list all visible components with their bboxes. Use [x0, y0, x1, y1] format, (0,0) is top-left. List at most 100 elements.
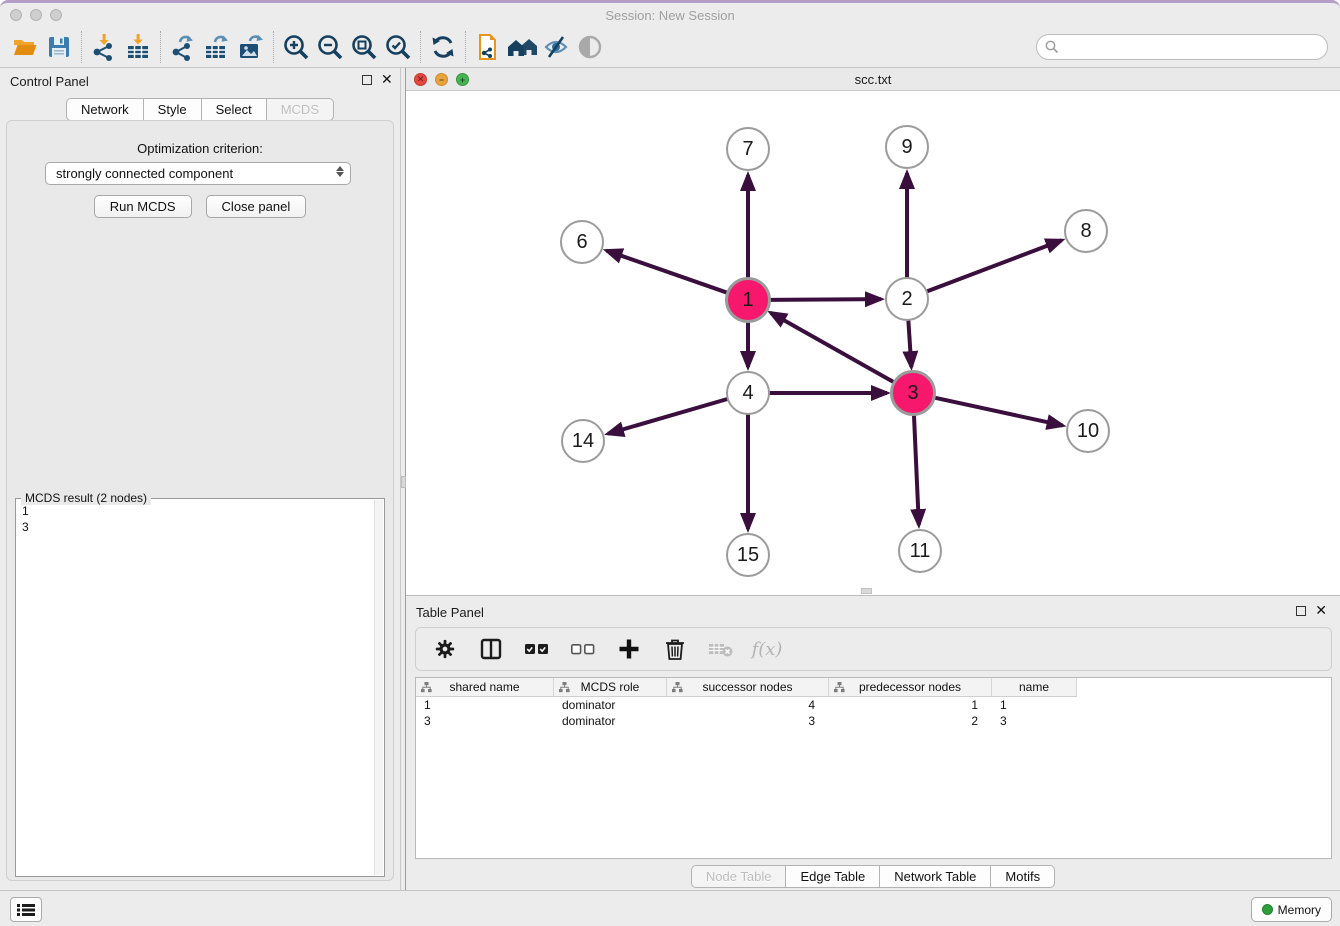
graph-edge-4-14[interactable]	[608, 399, 728, 434]
first-neighbors-icon[interactable]	[505, 30, 539, 64]
tab-mcds[interactable]: MCDS	[267, 98, 334, 121]
search-field[interactable]	[1036, 34, 1328, 60]
save-session-icon[interactable]	[42, 30, 76, 64]
table-cell[interactable]: 3	[667, 713, 829, 729]
graph-edge-2-8[interactable]	[927, 240, 1062, 291]
graph-node-3[interactable]: 3	[890, 370, 936, 416]
session-title: Session: New Session	[0, 8, 1340, 23]
graph-node-1[interactable]: 1	[725, 277, 771, 323]
toolbar-separator	[273, 31, 274, 63]
tab-select[interactable]: Select	[202, 98, 267, 121]
close-panel-button[interactable]: Close panel	[206, 195, 307, 218]
graph-node-8[interactable]: 8	[1064, 209, 1108, 253]
delete-columns-icon[interactable]	[662, 636, 688, 662]
table-cell[interactable]: dominator	[554, 697, 667, 713]
tab-motifs[interactable]: Motifs	[991, 865, 1055, 888]
graph-edge-2-3[interactable]	[908, 320, 911, 367]
mcds-result-list[interactable]: 1 3	[17, 500, 373, 875]
graph-node-6[interactable]: 6	[560, 220, 604, 264]
table-cell[interactable]: 3	[416, 713, 554, 729]
tab-network[interactable]: Network	[66, 98, 144, 121]
open-session-icon[interactable]	[8, 30, 42, 64]
export-image-icon[interactable]	[234, 30, 268, 64]
export-network-icon[interactable]	[166, 30, 200, 64]
graph-edge-1-6[interactable]	[607, 251, 729, 293]
float-panel-icon[interactable]	[362, 75, 372, 85]
column-header-shared-name[interactable]: shared name	[416, 678, 554, 697]
zoom-in-icon[interactable]	[279, 30, 313, 64]
table-cell[interactable]: dominator	[554, 713, 667, 729]
show-columns-icon[interactable]	[478, 636, 504, 662]
graph-node-10[interactable]: 10	[1066, 409, 1110, 453]
new-column-icon[interactable]	[616, 636, 642, 662]
import-table-icon[interactable]	[121, 30, 155, 64]
select-all-icon[interactable]	[524, 636, 550, 662]
table-cell[interactable]: 1	[829, 697, 992, 713]
column-header-mcds-role[interactable]: MCDS role	[554, 678, 667, 697]
control-panel-header: Control Panel ✕	[0, 68, 400, 94]
result-scrollbar[interactable]	[374, 500, 383, 875]
graph-node-9[interactable]: 9	[885, 125, 929, 169]
search-icon	[1045, 40, 1059, 54]
table-cell[interactable]: 1	[416, 697, 554, 713]
control-panel-tabs: Network Style Select MCDS	[0, 98, 400, 121]
graph-edge-3-1[interactable]	[771, 313, 895, 383]
table-close-icon[interactable]: ✕	[1315, 603, 1327, 617]
tab-style[interactable]: Style	[144, 98, 202, 121]
title-bar: Session: New Session	[0, 3, 1340, 27]
dropdown-stepper-icon	[336, 166, 344, 177]
graph-node-14[interactable]: 14	[561, 419, 605, 463]
zoom-fit-icon[interactable]	[347, 30, 381, 64]
table-cell[interactable]: 2	[829, 713, 992, 729]
close-panel-icon[interactable]: ✕	[381, 72, 393, 86]
status-bar: Memory	[0, 890, 1340, 926]
toolbar-separator	[420, 31, 421, 63]
optimization-criterion-label: Optimization criterion:	[7, 141, 393, 156]
zoom-out-icon[interactable]	[313, 30, 347, 64]
column-header-name[interactable]: name	[992, 678, 1077, 697]
deselect-all-icon[interactable]	[570, 636, 596, 662]
table-cell[interactable]: 1	[992, 697, 1077, 713]
graph-node-11[interactable]: 11	[898, 529, 942, 573]
graph-node-7[interactable]: 7	[726, 127, 770, 171]
new-network-from-selection-icon[interactable]	[471, 30, 505, 64]
memory-button[interactable]: Memory	[1251, 897, 1332, 922]
function-builder-icon: f(x)	[754, 636, 780, 662]
tab-network-table[interactable]: Network Table	[880, 865, 991, 888]
mcds-result-box: MCDS result (2 nodes) 1 3	[15, 498, 385, 877]
table-row[interactable]: 1dominator411	[416, 697, 1331, 713]
settings-gear-icon[interactable]	[432, 636, 458, 662]
table-cell[interactable]: 3	[992, 713, 1077, 729]
toolbar-separator	[81, 31, 82, 63]
graph-node-4[interactable]: 4	[726, 371, 770, 415]
refresh-view-icon[interactable]	[426, 30, 460, 64]
import-network-icon[interactable]	[87, 30, 121, 64]
table-cell[interactable]: 4	[667, 697, 829, 713]
table-panel-title: Table Panel	[416, 605, 484, 620]
run-mcds-button[interactable]: Run MCDS	[94, 195, 192, 218]
network-canvas[interactable]: 7 9 6 8 1 2 4 3 14 10 15 11	[406, 91, 1340, 595]
column-header-successor-nodes[interactable]: successor nodes	[667, 678, 829, 697]
tab-edge-table[interactable]: Edge Table	[786, 865, 880, 888]
table-float-icon[interactable]	[1296, 606, 1306, 616]
column-header-predecessor-nodes[interactable]: predecessor nodes	[829, 678, 992, 697]
canvas-resize-grip[interactable]	[861, 588, 872, 594]
graph-edge-3-11[interactable]	[914, 414, 919, 525]
search-input[interactable]	[1063, 37, 1327, 57]
graph-node-2[interactable]: 2	[885, 277, 929, 321]
export-table-icon[interactable]	[200, 30, 234, 64]
level-of-detail-icon[interactable]	[573, 30, 607, 64]
zoom-selected-icon[interactable]	[381, 30, 415, 64]
table-toolbar: f(x)	[415, 627, 1332, 671]
graph-edge-1-2[interactable]	[769, 299, 881, 300]
tab-node-table[interactable]: Node Table	[691, 865, 787, 888]
node-table: shared name MCDS role successor nodes pr…	[415, 677, 1332, 859]
show-hide-graphics-icon[interactable]	[539, 30, 573, 64]
criterion-dropdown[interactable]: strongly connected component	[45, 162, 351, 185]
column-type-icon	[559, 682, 570, 696]
graph-edge-3-10[interactable]	[934, 397, 1063, 425]
graph-edges	[406, 91, 1340, 595]
table-row[interactable]: 3dominator323	[416, 713, 1331, 729]
task-history-button[interactable]	[10, 897, 42, 922]
graph-node-15[interactable]: 15	[726, 533, 770, 577]
